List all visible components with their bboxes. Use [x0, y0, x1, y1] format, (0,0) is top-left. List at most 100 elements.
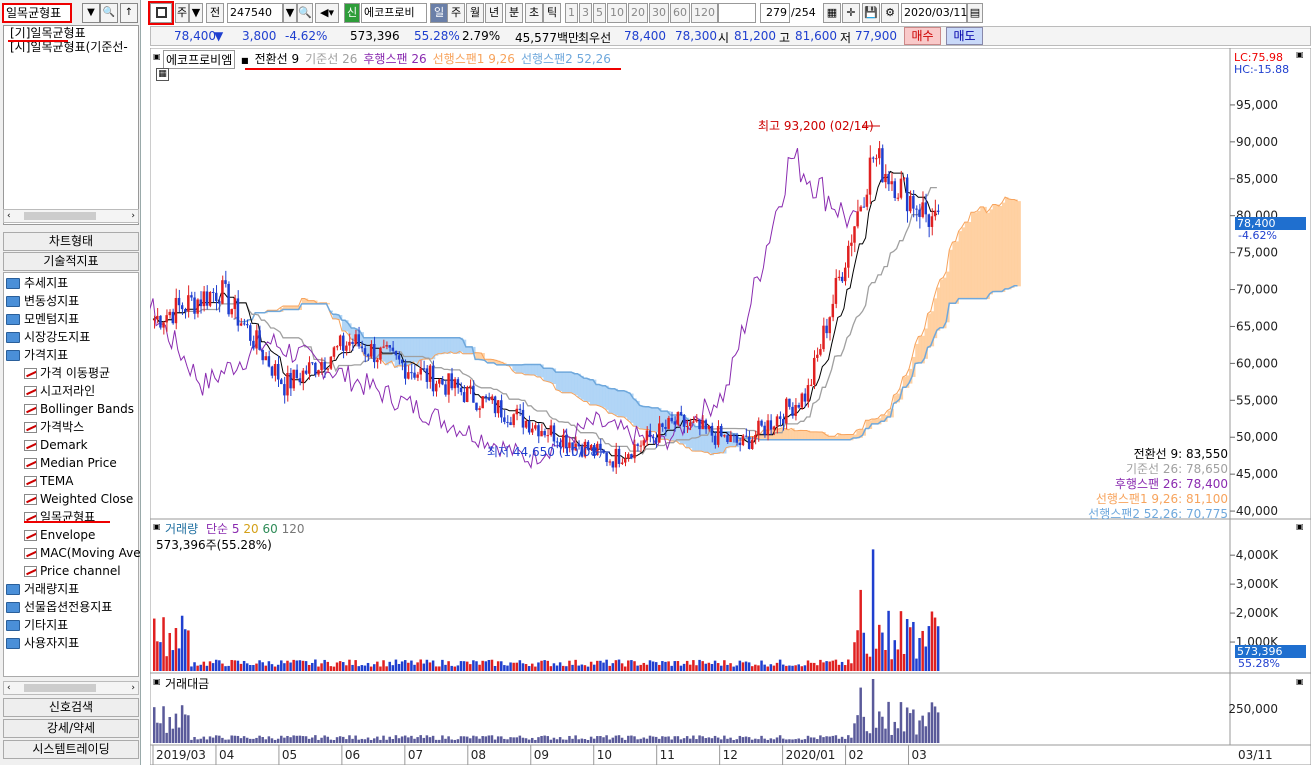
crosshair-icon[interactable]: ✛	[842, 3, 860, 23]
legend-marker: ■	[241, 56, 249, 65]
cloud-segment	[602, 385, 606, 408]
technical-indicator-button[interactable]: 기술적지표	[3, 252, 139, 271]
period-tab[interactable]: 월	[466, 3, 484, 23]
applied-indicator-list[interactable]: [기]일목균형표 [시]일목균형표(기준선-	[3, 25, 139, 225]
prev-button[interactable]: 전	[206, 3, 224, 23]
tree-folder[interactable]: 기타지표	[6, 617, 68, 633]
amount-bar	[187, 715, 190, 743]
maximize-icon[interactable]: ▣	[1296, 522, 1304, 531]
amount-bar	[174, 713, 178, 743]
maximize-icon[interactable]: ▣	[1296, 50, 1304, 59]
list-item[interactable]: [시]일목균형표(기준선-	[4, 40, 138, 54]
tree-folder[interactable]: 모멘텀지표	[6, 311, 79, 327]
volume-bar	[689, 664, 692, 671]
save-icon[interactable]: 💾	[862, 3, 880, 23]
tree-item[interactable]: 가격 이동평균	[24, 365, 110, 381]
price-axis-label: 75,000	[1236, 246, 1278, 260]
tree-item[interactable]: Price channel	[24, 563, 121, 579]
open-label: 시	[718, 31, 730, 45]
data-count-input[interactable]: 279	[760, 3, 790, 23]
volume-bar	[214, 659, 218, 671]
code-dropdown[interactable]: ▼	[283, 3, 297, 23]
interval-button[interactable]: 5	[593, 3, 606, 23]
search-icon[interactable]: 🔍	[297, 3, 313, 23]
period-dropdown[interactable]: ▼	[189, 3, 203, 23]
period-tab[interactable]: 일	[430, 3, 448, 23]
calendar-icon[interactable]: ▤	[967, 3, 983, 23]
buy-button[interactable]: 매수	[904, 27, 941, 45]
strength-button[interactable]: 강세/약세	[3, 719, 139, 738]
panel-collapse-icon[interactable]: ▣	[153, 522, 161, 531]
tree-item[interactable]: TEMA	[24, 473, 73, 489]
volume-bar	[211, 663, 215, 671]
interval-button[interactable]: 60	[670, 3, 690, 23]
indicator-search-input[interactable]: 일목균형표	[2, 3, 72, 23]
tree-item[interactable]: MAC(Moving Ave	[24, 545, 141, 561]
dropdown-button[interactable]: ▼	[82, 3, 100, 23]
interval-button[interactable]: 30	[649, 3, 669, 23]
signal-search-button[interactable]: 신호검색	[3, 698, 139, 717]
period-tab[interactable]: 분	[505, 3, 523, 23]
amount-bar	[692, 735, 695, 743]
tree-folder[interactable]: 추세지표	[6, 275, 68, 291]
horizontal-scrollbar[interactable]: ‹ ›	[3, 209, 139, 223]
stock-code-input[interactable]: 247540	[227, 3, 283, 23]
tree-folder[interactable]: 시장강도지표	[6, 329, 90, 345]
price-chart[interactable]: 95,00090,00085,00080,00075,00070,00065,0…	[150, 48, 1311, 765]
sell-button[interactable]: 매도	[946, 27, 983, 45]
up-arrow-icon[interactable]: ↑	[120, 3, 138, 23]
period-tab[interactable]: 주	[447, 3, 465, 23]
interval-button[interactable]: 20	[628, 3, 648, 23]
chart-title[interactable]: 에코프로비엠	[163, 50, 236, 69]
amount-bar	[611, 737, 615, 743]
gear-icon[interactable]: ⚙	[881, 3, 899, 23]
volume-bar	[230, 659, 233, 671]
tree-item[interactable]: Bollinger Bands	[24, 401, 134, 417]
candle-body	[351, 341, 354, 344]
tree-folder[interactable]: 변동성지표	[6, 293, 79, 309]
tree-folder[interactable]: 거래량지표	[6, 581, 79, 597]
tree-folder[interactable]: 사용자지표	[6, 635, 79, 651]
horizontal-scrollbar[interactable]: ‹ ›	[3, 681, 139, 695]
amount-bar	[695, 739, 698, 743]
interval-input[interactable]	[718, 3, 756, 23]
panel-collapse-icon[interactable]: ▣	[153, 677, 161, 686]
search-icon[interactable]: 🔍	[100, 3, 118, 23]
tree-item[interactable]: 시고저라인	[24, 383, 95, 399]
tree-folder[interactable]: 선물옵션전용지표	[6, 599, 112, 615]
tree-item[interactable]: Demark	[24, 437, 88, 453]
cloud-segment	[617, 390, 622, 418]
period-tab[interactable]: 초	[525, 3, 543, 23]
volume-bar	[825, 661, 828, 671]
ichimoku-value-row: 선행스팬2 52,26: 70,775	[1088, 507, 1228, 522]
layout-toggle-button[interactable]	[148, 1, 174, 25]
tree-item[interactable]: 가격박스	[24, 419, 84, 435]
tree-item[interactable]: Median Price	[24, 455, 117, 471]
date-input[interactable]: 2020/03/11	[901, 3, 967, 23]
speaker-icon[interactable]: ◀▾	[315, 3, 339, 23]
grid-icon[interactable]: ▦	[823, 3, 841, 23]
maximize-icon[interactable]: ▣	[1296, 677, 1304, 686]
interval-button[interactable]: 120	[691, 3, 718, 23]
panel-collapse-icon[interactable]: ▣	[153, 52, 161, 61]
tree-item[interactable]: Envelope	[24, 527, 95, 543]
indicator-icon	[24, 440, 37, 451]
amount-bar	[723, 735, 726, 743]
folder-icon	[6, 314, 20, 325]
interval-button[interactable]: 1	[565, 3, 578, 23]
interval-button[interactable]: 3	[579, 3, 592, 23]
table-icon[interactable]: ▦	[156, 68, 169, 81]
candle-body	[515, 408, 519, 415]
candle-body	[472, 385, 475, 403]
interval-button[interactable]: 10	[607, 3, 627, 23]
tree-folder[interactable]: 가격지표	[6, 347, 68, 363]
tree-item[interactable]: Weighted Close	[24, 491, 133, 507]
list-item[interactable]: [기]일목균형표	[4, 26, 138, 40]
period-tab[interactable]: 년	[485, 3, 503, 23]
volume-bar	[936, 626, 940, 671]
chart-type-button[interactable]: 차트형태	[3, 232, 139, 251]
amount-bar	[286, 735, 289, 743]
system-trading-button[interactable]: 시스템트레이딩	[3, 740, 139, 759]
period-tab[interactable]: 틱	[543, 3, 561, 23]
period-select[interactable]: 주	[175, 3, 189, 23]
